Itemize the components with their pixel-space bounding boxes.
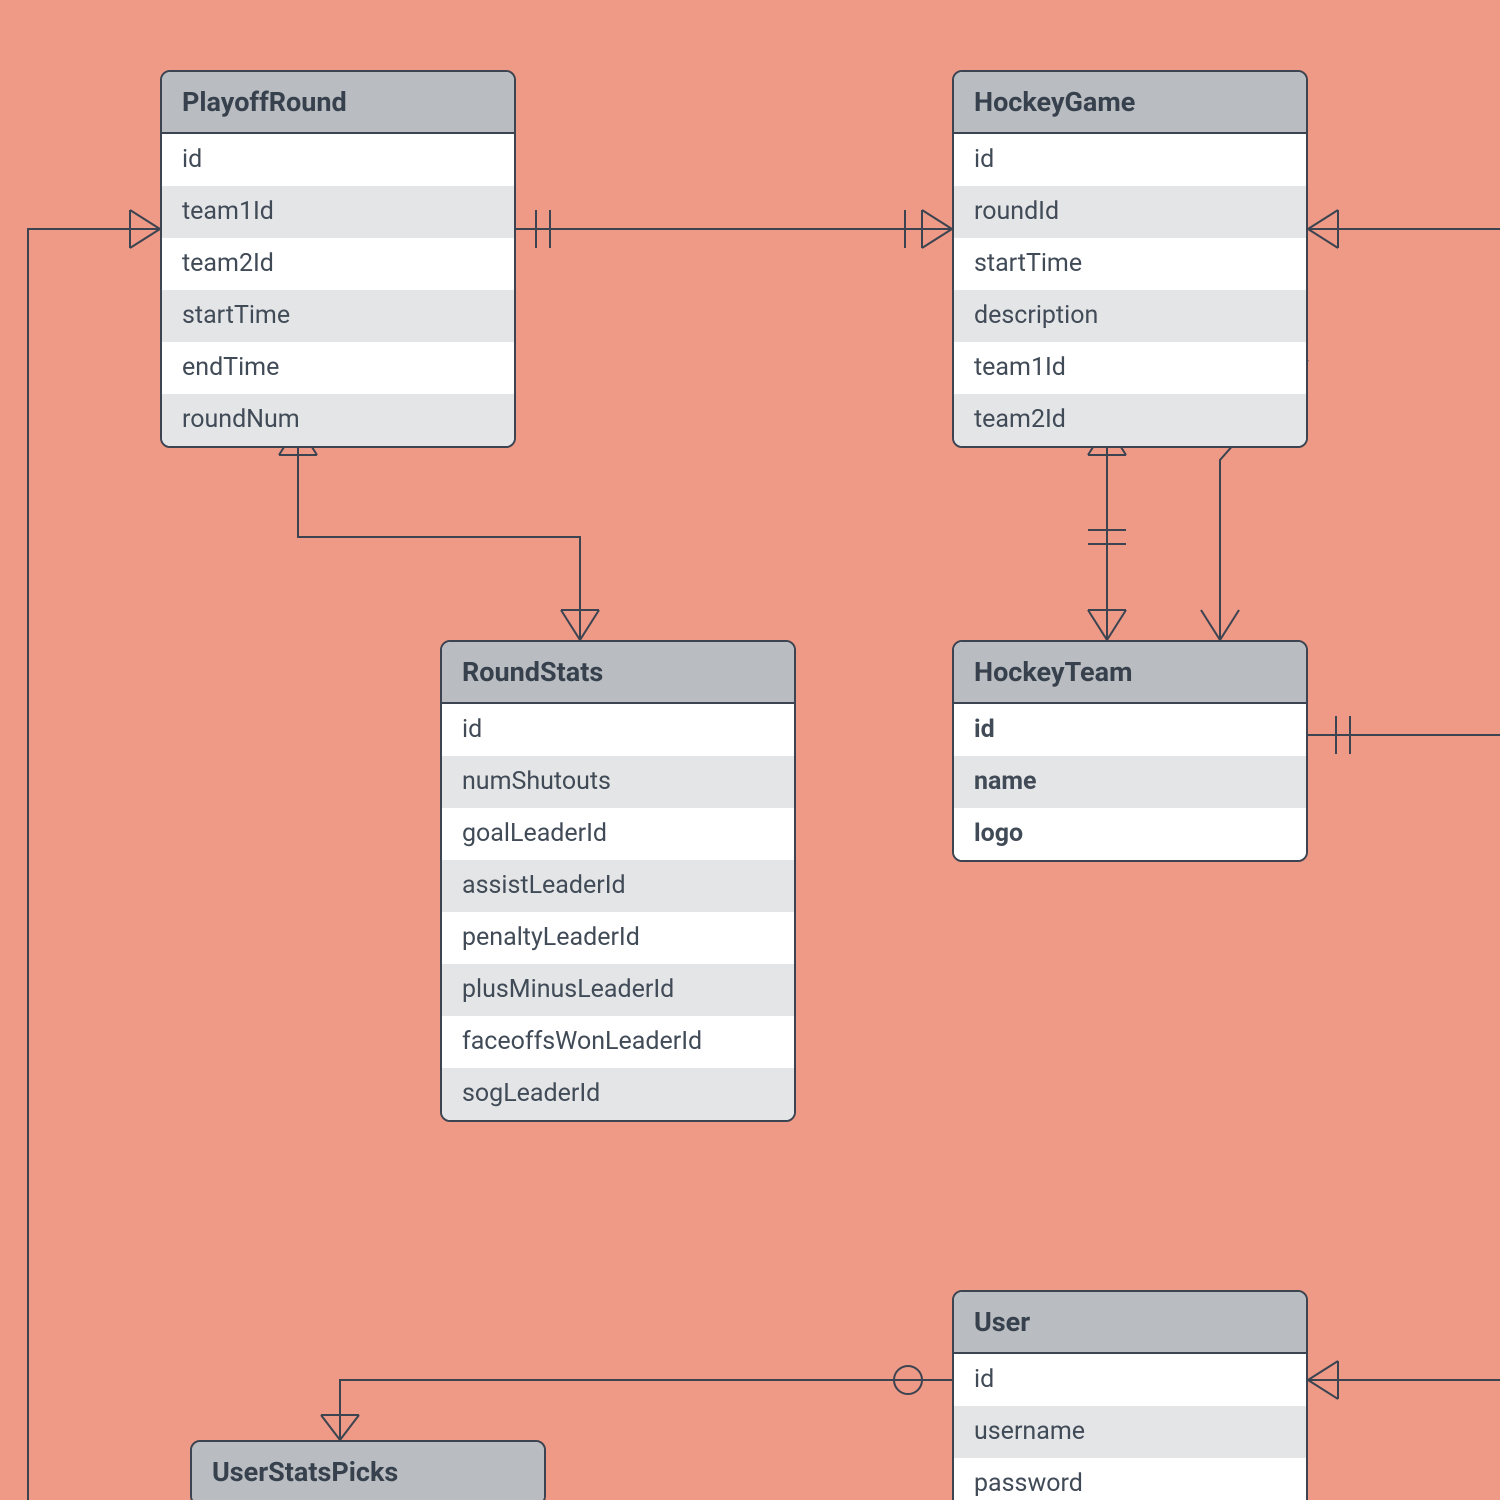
entity-title-playoff-round: PlayoffRound xyxy=(162,72,514,134)
entity-user: User id username password xyxy=(952,1290,1308,1500)
attr-user-password: password xyxy=(954,1458,1306,1500)
attr-roundstats-id: id xyxy=(442,704,794,756)
attr-playoffround-team2id: team2Id xyxy=(162,238,514,290)
attr-hockeygame-roundid: roundId xyxy=(954,186,1306,238)
attr-roundstats-goalleaderid: goalLeaderId xyxy=(442,808,794,860)
entity-title-hockey-team: HockeyTeam xyxy=(954,642,1306,704)
attr-roundstats-sogleaderid: sogLeaderId xyxy=(442,1068,794,1120)
entity-user-stats-picks: UserStatsPicks xyxy=(190,1440,546,1500)
attr-roundstats-penaltyleaderid: penaltyLeaderId xyxy=(442,912,794,964)
entity-title-user: User xyxy=(954,1292,1306,1354)
attr-hockeygame-description: description xyxy=(954,290,1306,342)
attr-roundstats-assistleaderid: assistLeaderId xyxy=(442,860,794,912)
attr-hockeygame-starttime: startTime xyxy=(954,238,1306,290)
attr-hockeygame-id: id xyxy=(954,134,1306,186)
attr-roundstats-numshutouts: numShutouts xyxy=(442,756,794,808)
entity-title-hockey-game: HockeyGame xyxy=(954,72,1306,134)
entity-title-round-stats: RoundStats xyxy=(442,642,794,704)
attr-hockeygame-team2id: team2Id xyxy=(954,394,1306,446)
entity-hockey-game: HockeyGame id roundId startTime descript… xyxy=(952,70,1308,448)
attr-playoffround-endtime: endTime xyxy=(162,342,514,394)
attr-hockeygame-team1id: team1Id xyxy=(954,342,1306,394)
entity-hockey-team: HockeyTeam id name logo xyxy=(952,640,1308,862)
attr-roundstats-plusminusleaderid: plusMinusLeaderId xyxy=(442,964,794,1016)
attr-roundstats-faceoffswonleaderid: faceoffsWonLeaderId xyxy=(442,1016,794,1068)
attr-hockeyteam-name: name xyxy=(954,756,1306,808)
entity-playoff-round: PlayoffRound id team1Id team2Id startTim… xyxy=(160,70,516,448)
entity-round-stats: RoundStats id numShutouts goalLeaderId a… xyxy=(440,640,796,1122)
attr-playoffround-starttime: startTime xyxy=(162,290,514,342)
attr-playoffround-team1id: team1Id xyxy=(162,186,514,238)
attr-user-username: username xyxy=(954,1406,1306,1458)
entity-title-user-stats-picks: UserStatsPicks xyxy=(192,1442,544,1500)
attr-playoffround-roundnum: roundNum xyxy=(162,394,514,446)
attr-hockeyteam-id: id xyxy=(954,704,1306,756)
attr-hockeyteam-logo: logo xyxy=(954,808,1306,860)
attr-playoffround-id: id xyxy=(162,134,514,186)
attr-user-id: id xyxy=(954,1354,1306,1406)
